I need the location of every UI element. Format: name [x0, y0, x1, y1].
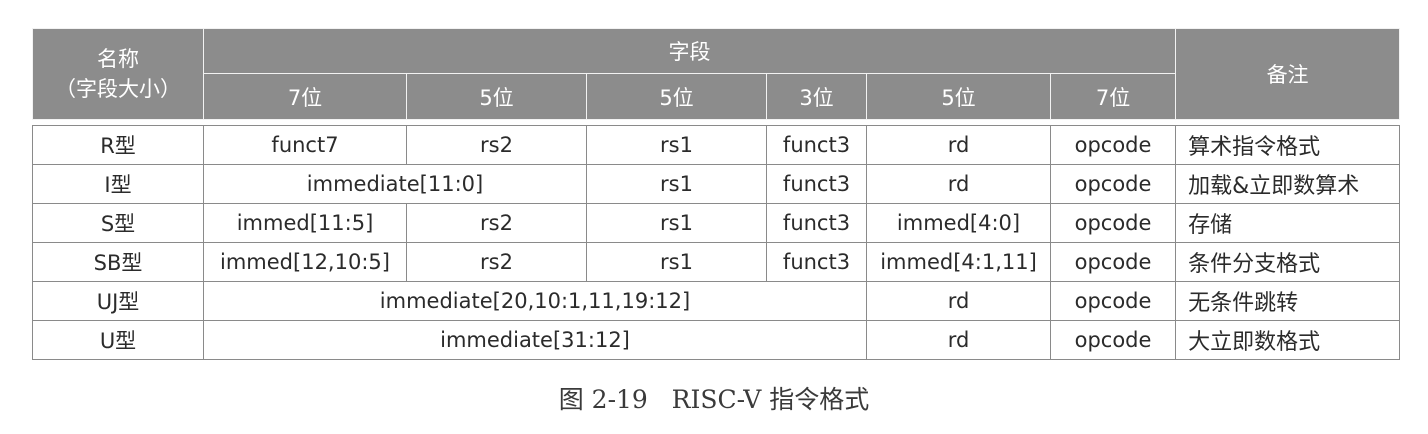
header-width-funct7: 7位 [203, 73, 407, 120]
header-name-title: 名称 [97, 47, 139, 71]
field-cell: rs2 [406, 125, 587, 165]
field-cell: rs1 [586, 125, 767, 165]
format-name: I型 [32, 164, 204, 204]
field-cell: funct3 [766, 164, 867, 204]
instruction-format-table: 名称 （字段大小） 字段 备注 7位 5位 5位 3位 5位 7位 R型 fun… [32, 28, 1401, 360]
header-note: 备注 [1175, 28, 1401, 120]
format-name: R型 [32, 125, 204, 165]
field-cell: immediate[31:12] [203, 320, 867, 360]
field-cell: rd [866, 125, 1051, 165]
format-name: UJ型 [32, 281, 204, 321]
format-note: 无条件跳转 [1175, 281, 1401, 321]
field-cell: funct7 [203, 125, 407, 165]
field-cell: opcode [1049, 320, 1177, 360]
field-cell: rs1 [586, 242, 767, 282]
table-row: S型 immed[11:5] rs2 rs1 funct3 immed[4:0]… [32, 203, 1401, 243]
field-cell: opcode [1049, 281, 1177, 321]
field-cell: funct3 [766, 242, 867, 282]
field-cell: rs1 [586, 164, 767, 204]
table-row: SB型 immed[12,10:5] rs2 rs1 funct3 immed[… [32, 242, 1401, 282]
table-row: R型 funct7 rs2 rs1 funct3 rd opcode 算术指令格… [32, 125, 1401, 165]
field-cell: rd [866, 281, 1051, 321]
field-cell: immed[12,10:5] [203, 242, 407, 282]
field-cell: funct3 [766, 203, 867, 243]
format-name: SB型 [32, 242, 204, 282]
field-cell: funct3 [766, 125, 867, 165]
table-row: U型 immediate[31:12] rd opcode 大立即数格式 [32, 320, 1401, 360]
field-cell: rs2 [406, 203, 587, 243]
table-header: 名称 （字段大小） 字段 备注 7位 5位 5位 3位 5位 7位 [32, 28, 1401, 120]
table-row: UJ型 immediate[20,10:1,11,19:12] rd opcod… [32, 281, 1401, 321]
instruction-format-figure: 名称 （字段大小） 字段 备注 7位 5位 5位 3位 5位 7位 R型 fun… [32, 28, 1401, 360]
field-cell: rs2 [406, 242, 587, 282]
field-cell: immed[11:5] [203, 203, 407, 243]
format-name: U型 [32, 320, 204, 360]
table-row: I型 immediate[11:0] rs1 funct3 rd opcode … [32, 164, 1401, 204]
header-width-rd: 5位 [866, 73, 1051, 120]
format-note: 加载&立即数算术 [1175, 164, 1401, 204]
field-cell: opcode [1049, 242, 1177, 282]
format-name: S型 [32, 203, 204, 243]
field-cell: immediate[20,10:1,11,19:12] [203, 281, 867, 321]
field-cell: opcode [1049, 125, 1177, 165]
format-note: 条件分支格式 [1175, 242, 1401, 282]
header-width-funct3: 3位 [766, 73, 867, 120]
header-fields: 字段 [202, 28, 1177, 74]
field-cell: immediate[11:0] [203, 164, 587, 204]
format-note: 存储 [1175, 203, 1401, 243]
field-cell: opcode [1049, 203, 1177, 243]
header-width-rs1: 5位 [586, 73, 767, 120]
header-width-opcode: 7位 [1049, 73, 1177, 120]
field-cell: opcode [1049, 164, 1177, 204]
header-name-cell: 名称 （字段大小） [32, 28, 204, 120]
field-cell: immed[4:1,11] [866, 242, 1051, 282]
field-cell: rd [866, 320, 1051, 360]
figure-caption: 图 2-19 RISC-V 指令格式 [558, 385, 870, 414]
field-cell: immed[4:0] [866, 203, 1051, 243]
format-note: 算术指令格式 [1175, 125, 1401, 165]
header-name-subtitle: （字段大小） [55, 77, 181, 101]
header-width-rs2: 5位 [406, 73, 587, 120]
field-cell: rs1 [586, 203, 767, 243]
format-note: 大立即数格式 [1175, 320, 1401, 360]
field-cell: rd [866, 164, 1051, 204]
